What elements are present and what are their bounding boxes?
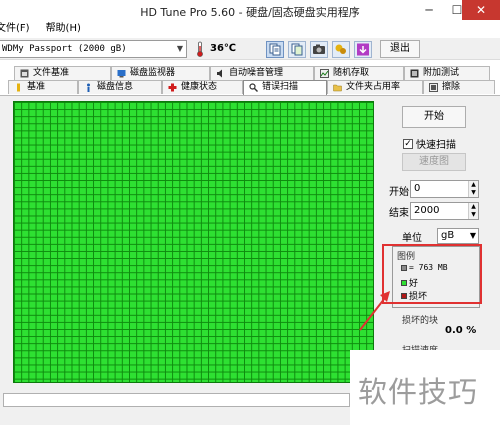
tab-health[interactable]: 健康状态 [162,80,243,94]
end-input-value: 2000 [414,205,440,216]
unit-select[interactable]: gB ▼ [437,228,479,244]
menu-file[interactable]: 文件(F) [0,22,36,38]
copy-text-icon[interactable] [266,41,284,58]
end-field-label: 结束 [389,208,409,219]
annotation-arrow-icon [359,291,390,331]
speed-map-button[interactable]: 速度图 [402,153,466,171]
spin-down-icon[interactable]: ▼ [468,189,478,197]
tab-label: 附加测试 [423,68,460,78]
disk-monitor-icon [117,70,126,78]
watermark: 软件技巧 [350,350,500,425]
tab-extra-tests[interactable]: 附加测试 [404,66,490,80]
minimize-button[interactable]: ─ [415,0,443,20]
tab-benchmark[interactable]: 基准 [8,80,78,94]
health-cross-icon [168,83,177,92]
tab-random-access[interactable]: 随机存取 [314,66,404,80]
tab-row-lower: 基准 磁盘信息 健康状态 错误扫描 文件夹占用率 擦除 [0,80,500,95]
temperature-value: 36℃ [210,43,237,54]
info-icon [87,83,90,92]
start-button[interactable]: 开始 [402,106,466,128]
chevron-down-icon: ▼ [176,44,183,53]
magnifier-icon [249,83,258,92]
spin-up-icon[interactable]: ▲ [468,203,478,211]
copy-screenshot-icon[interactable] [288,41,306,58]
save-download-icon[interactable] [354,41,372,58]
close-button[interactable]: ✕ [462,0,500,20]
tab-label: 擦除 [442,82,461,92]
legend-highlight-box [382,244,482,304]
chevron-down-icon: ▼ [469,231,476,240]
tab-label: 自动噪音管理 [229,68,284,78]
tab-erase[interactable]: 擦除 [423,80,495,94]
title-bar: HD Tune Pro 5.60 - 硬盘/固态硬盘实用程序 ─ ☐ ✕ [0,0,500,22]
exit-button[interactable]: 退出 [380,40,420,58]
tab-label: 文件基准 [33,68,70,78]
menu-bar: 文件(F) 帮助(H) [0,22,500,38]
tab-folder-usage[interactable]: 文件夹占用率 [327,80,423,94]
thermometer-icon [197,41,203,57]
drive-select[interactable]: WDMy Passport (2000 gB) ▼ [0,40,187,58]
checkmark-icon[interactable]: ✓ [403,138,413,149]
end-input[interactable]: 2000 ▲ ▼ [410,202,479,220]
toolbar: WDMy Passport (2000 gB) ▼ 36℃ 退出 [0,38,500,60]
start-field-label: 开始 [389,187,409,198]
speaker-icon [217,69,222,78]
tab-label: 健康状态 [181,82,218,92]
benchmark-icon [17,83,20,92]
tab-error-scan[interactable]: 错误扫描 [243,80,327,95]
quick-scan-label: 快速扫描 [416,140,456,151]
start-input-value: 0 [414,183,421,194]
tab-label: 基准 [27,82,46,92]
tab-label: 随机存取 [333,68,370,78]
tab-label: 磁盘监视器 [130,68,176,78]
spin-up-icon[interactable]: ▲ [468,181,478,189]
tab-disk-info[interactable]: 磁盘信息 [78,80,162,94]
options-icon[interactable] [332,41,350,58]
extra-tests-icon [410,69,419,78]
random-access-icon [320,69,329,78]
damaged-blocks-value: 0.0 % [445,325,477,336]
tab-label: 错误扫描 [262,82,299,92]
status-bar [3,393,350,407]
menu-help[interactable]: 帮助(H) [46,22,87,38]
damaged-blocks-label: 损坏的块 [402,316,439,326]
tab-label: 文件夹占用率 [346,82,401,92]
tab-row-upper: 文件基准 磁盘监视器 自动噪音管理 随机存取 附加测试 [0,66,500,80]
camera-icon[interactable] [310,41,328,58]
spin-down-icon[interactable]: ▼ [468,211,478,219]
tab-file-benchmark[interactable]: 文件基准 [14,66,111,80]
folder-icon [333,84,342,92]
scan-block-grid [13,101,374,383]
tab-disk-monitor[interactable]: 磁盘监视器 [111,66,210,80]
unit-label: 单位 [402,233,422,244]
start-input[interactable]: 0 ▲ ▼ [410,180,479,198]
file-benchmark-icon [20,69,29,78]
tab-label: 磁盘信息 [97,82,134,92]
unit-select-value: gB [441,230,455,241]
tab-aam[interactable]: 自动噪音管理 [210,66,314,80]
drive-select-value: WDMy Passport (2000 gB) [2,44,127,54]
quick-scan-checkbox[interactable]: ✓ 快速扫描 [403,136,456,151]
watermark-text: 软件技巧 [358,375,479,409]
erase-icon [429,83,438,92]
